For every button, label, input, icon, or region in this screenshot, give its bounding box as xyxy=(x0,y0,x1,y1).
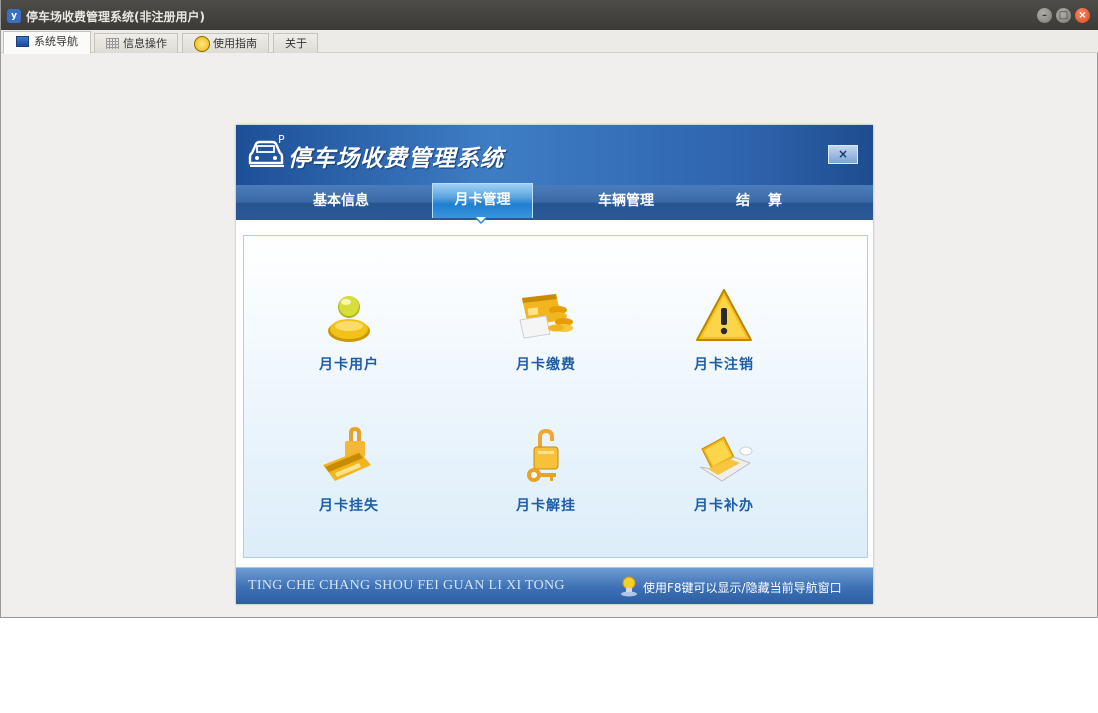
car-parking-logo-icon: P xyxy=(248,133,285,167)
minimize-icon: – xyxy=(1042,10,1047,21)
function-grid: 月卡用户 月卡缴费 月卡注销 月卡挂失 月卡解挂 月卡补办 xyxy=(243,235,868,558)
nav-basic-info[interactable]: 基本信息 xyxy=(291,185,391,220)
tile-label: 月卡挂失 xyxy=(319,498,379,514)
nav-vehicle-management[interactable]: 车辆管理 xyxy=(576,185,676,220)
user-icon xyxy=(328,296,370,342)
card-coins-icon xyxy=(519,294,573,339)
tab-label: 关于 xyxy=(285,37,307,50)
tile-label: 月卡用户 xyxy=(319,357,379,373)
app-window: y 停车场收费管理系统(非注册用户) – □ × 系统导航 信息操作 使用指南 … xyxy=(0,0,1098,618)
warning-icon xyxy=(696,289,752,341)
panel-header: P 停车场收费管理系统 × xyxy=(236,125,873,185)
nav-monthly-card-management[interactable]: 月卡管理 xyxy=(432,183,533,218)
laptop-icon xyxy=(699,436,753,482)
tab-label: 信息操作 xyxy=(123,37,167,50)
tab-bar: 系统导航 信息操作 使用指南 关于 xyxy=(1,30,1098,54)
tab-system-navigation[interactable]: 系统导航 xyxy=(3,31,91,54)
close-icon: × xyxy=(1078,10,1087,21)
tab-label: 系统导航 xyxy=(34,35,78,48)
monitor-icon xyxy=(16,36,29,47)
card-lock-icon xyxy=(323,427,371,481)
module-nav-bar: 基本信息 月卡管理 车辆管理 结算 xyxy=(236,183,873,220)
lock-key-icon xyxy=(527,429,559,482)
tab-label: 使用指南 xyxy=(213,37,257,50)
close-button[interactable]: × xyxy=(1075,8,1090,23)
tile-label: 月卡解挂 xyxy=(516,498,576,514)
footer-pinyin-title: TING CHE CHANG SHOU FEI GUAN LI XI TONG xyxy=(248,578,565,593)
window-title: 停车场收费管理系统(非注册用户) xyxy=(26,10,205,24)
tile-monthly-card-unlock[interactable]: 月卡解挂 xyxy=(486,427,606,527)
tile-monthly-card-reissue[interactable]: 月卡补办 xyxy=(664,427,784,527)
tab-info-operation[interactable]: 信息操作 xyxy=(94,33,178,53)
panel-title: 停车场收费管理系统 xyxy=(288,146,504,172)
tile-label: 月卡注销 xyxy=(694,357,754,373)
panel-close-button[interactable]: × xyxy=(828,145,858,164)
grid-icon xyxy=(106,38,119,49)
panel-footer: TING CHE CHANG SHOU FEI GUAN LI XI TONG … xyxy=(236,567,873,604)
tile-label: 月卡缴费 xyxy=(516,357,576,373)
nav-settlement[interactable]: 结算 xyxy=(718,185,818,220)
footer-tip-text: 使用F8键可以显示/隐藏当前导航窗口 xyxy=(643,581,842,595)
lightbulb-icon xyxy=(621,576,637,597)
active-nav-pointer-inner xyxy=(476,217,486,222)
tab-user-guide[interactable]: 使用指南 xyxy=(182,33,269,53)
help-circle-icon xyxy=(194,36,210,52)
maximize-icon: □ xyxy=(1058,10,1069,21)
tile-label: 月卡补办 xyxy=(694,498,754,514)
maximize-button[interactable]: □ xyxy=(1056,8,1071,23)
minimize-button[interactable]: – xyxy=(1037,8,1052,23)
tab-about[interactable]: 关于 xyxy=(273,33,318,53)
tile-monthly-card-payment[interactable]: 月卡缴费 xyxy=(486,286,606,386)
navigation-panel: P 停车场收费管理系统 × 基本信息 月卡管理 车辆管理 结算 月卡用户 月卡缴… xyxy=(236,125,873,604)
tile-monthly-card-user[interactable]: 月卡用户 xyxy=(289,286,409,386)
tile-monthly-card-report-loss[interactable]: 月卡挂失 xyxy=(289,427,409,527)
logo-letter: P xyxy=(278,133,285,146)
app-logo-icon: y xyxy=(7,9,21,23)
title-bar[interactable]: y 停车场收费管理系统(非注册用户) – □ × xyxy=(1,0,1098,30)
tile-monthly-card-cancel[interactable]: 月卡注销 xyxy=(664,286,784,386)
